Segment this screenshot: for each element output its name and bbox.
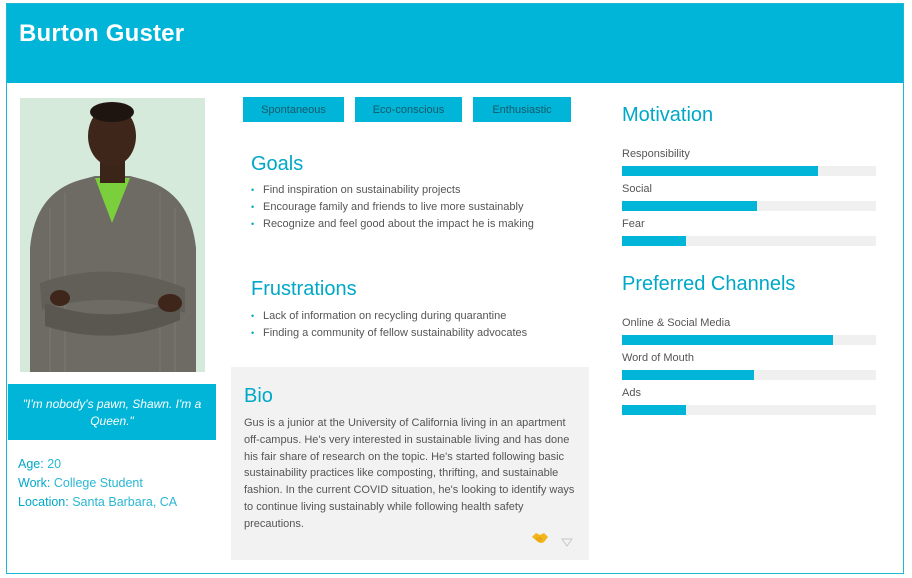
fact-value: 20 <box>47 457 62 471</box>
fact-label: Work: <box>18 476 51 490</box>
bar-label-responsibility: Responsibility <box>622 148 690 160</box>
motivation-title: Motivation <box>622 104 714 126</box>
channels-title: Preferred Channels <box>622 273 796 295</box>
list-item: Recognize and feel good about the impact… <box>251 216 534 233</box>
bio-title: Bio <box>244 385 273 407</box>
bar-label-ads: Ads <box>622 387 641 399</box>
tag-eco-conscious: Eco-conscious <box>355 97 462 122</box>
tag-enthusiastic: Enthusiastic <box>473 97 571 122</box>
bar-fill <box>622 201 757 211</box>
list-item: Find inspiration on sustainability proje… <box>251 182 534 199</box>
fact-label: Age: <box>18 457 44 471</box>
bar-track <box>622 405 876 415</box>
bar-label-social: Social <box>622 183 652 195</box>
bar-label-fear: Fear <box>622 218 645 230</box>
list-item: Lack of information on recycling during … <box>251 308 527 325</box>
fact-location: Location: Santa Barbara, CA <box>18 493 177 512</box>
person-illustration <box>20 98 205 372</box>
bar-track <box>622 335 876 345</box>
bio-panel: Bio Gus is a junior at the University of… <box>231 367 589 560</box>
list-item: Finding a community of fellow sustainabi… <box>251 325 527 342</box>
goals-title: Goals <box>251 153 304 175</box>
bar-track <box>622 166 876 176</box>
frustrations-list: Lack of information on recycling during … <box>251 308 527 342</box>
bar-label-online-social: Online & Social Media <box>622 317 731 329</box>
frustrations-title: Frustrations <box>251 278 357 300</box>
fact-label: Location: <box>18 495 69 509</box>
trait-tags: Spontaneous Eco-conscious Enthusiastic <box>243 97 571 122</box>
bar-track <box>622 370 876 380</box>
persona-name: Burton Guster <box>19 20 185 47</box>
fact-value: College Student <box>53 476 143 490</box>
fact-age: Age: 20 <box>18 455 177 474</box>
persona-quote: "I'm nobody's pawn, Shawn. I'm a Queen." <box>8 384 216 440</box>
bar-fill <box>622 166 818 176</box>
bar-fill <box>622 405 686 415</box>
bar-fill <box>622 370 755 380</box>
header-bar: Burton Guster <box>7 4 903 83</box>
bio-text: Gus is a junior at the University of Cal… <box>244 417 575 530</box>
handshake-icon <box>532 533 548 543</box>
fact-work: Work: College Student <box>18 474 177 493</box>
bar-fill <box>622 335 833 345</box>
list-item: Encourage family and friends to live mor… <box>251 199 534 216</box>
goals-list: Find inspiration on sustainability proje… <box>251 182 534 233</box>
small-mark-icon <box>561 538 573 547</box>
tag-spontaneous: Spontaneous <box>243 97 344 122</box>
bar-track <box>622 236 876 246</box>
persona-facts: Age: 20 Work: College Student Location: … <box>18 455 177 512</box>
fact-value: Santa Barbara, CA <box>72 495 178 509</box>
bar-label-word-of-mouth: Word of Mouth <box>622 352 694 364</box>
bar-fill <box>622 236 686 246</box>
bar-track <box>622 201 876 211</box>
persona-photo <box>20 98 205 372</box>
